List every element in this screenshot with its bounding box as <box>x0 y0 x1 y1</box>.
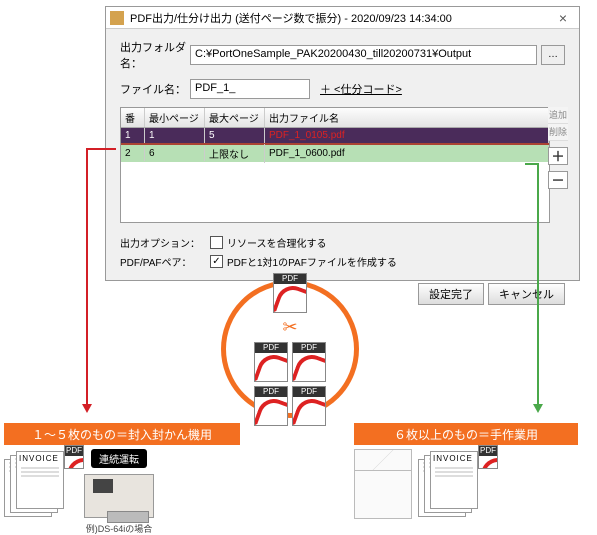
pdf-icon: PDF <box>478 445 498 469</box>
cell-file: PDF_1_0105.pdf <box>265 128 549 143</box>
app-icon <box>110 11 124 25</box>
rules-table: 番 最小ページ 最大ページ 出力ファイル名 1 1 5 PDF_1_0105.p… <box>120 107 550 223</box>
plus-button[interactable]: ＋ <box>548 147 568 165</box>
table-empty-area <box>121 162 549 222</box>
cell-min: 6 <box>145 146 205 161</box>
pdf-badge: PDF <box>65 446 83 456</box>
output-option-label: 出力オプション： <box>120 235 210 250</box>
pdf-badge: PDF <box>479 446 497 456</box>
cell-max: 5 <box>205 128 265 143</box>
dialog-footer: 設定完了 キャンセル <box>106 279 579 305</box>
cell-max: 上限なし <box>205 144 265 163</box>
envelope-icon <box>354 449 412 519</box>
scissors-icon: ✂ <box>240 317 340 338</box>
invoice-heading: INVOICE <box>431 452 477 465</box>
browse-button[interactable]: … <box>541 45 565 65</box>
pdf-icon: PDF <box>273 273 307 313</box>
options-area: 出力オプション： リソースを合理化する PDF/PAFペア： ✓ PDFと1対1… <box>120 235 565 269</box>
col-min: 最小ページ <box>145 108 205 127</box>
pdf-badge: PDF <box>293 343 325 353</box>
document-icon: INVOICE <box>430 451 478 509</box>
output-folder-label: 出力フォルダ名： <box>120 39 190 71</box>
dialog-title: PDF出力/仕分け出力 (送付ページ数で振分) - 2020/09/23 14:… <box>130 10 452 26</box>
pair-label: PDF/PAFペア： <box>120 254 210 269</box>
pdf-badge: PDF <box>255 387 287 397</box>
close-icon[interactable]: × <box>547 10 579 26</box>
col-max: 最大ページ <box>205 108 265 127</box>
filename-label: ファイル名： <box>120 81 190 97</box>
pdf-icon: PDF <box>254 342 288 382</box>
machine-caption: 例)DS-64iの場合 <box>86 522 153 535</box>
titlebar: PDF出力/仕分け出力 (送付ページ数で振分) - 2020/09/23 14:… <box>106 7 579 29</box>
output-folder-row: 出力フォルダ名： C:¥PortOneSample_PAK20200430_ti… <box>120 39 565 71</box>
filename-row: ファイル名： PDF_1_ ＋ <仕分コード> <box>120 79 565 99</box>
machine-col: 連続運転 例)DS-64iの場合 <box>84 449 154 535</box>
table-row[interactable]: 2 6 上限なし PDF_1_0600.pdf <box>121 145 549 162</box>
illustration-left: INVOICE PDF 連続運転 例)DS-64iの場合 <box>4 449 244 527</box>
cell-min: 1 <box>145 128 205 143</box>
output-folder-input[interactable]: C:¥PortOneSample_PAK20200430_till2020073… <box>190 45 537 65</box>
filename-input[interactable]: PDF_1_ <box>190 79 310 99</box>
arrow-red <box>86 148 88 410</box>
inserter-machine-icon <box>84 474 154 518</box>
cell-file: PDF_1_0600.pdf <box>265 146 549 161</box>
output-option-row: 出力オプション： リソースを合理化する <box>120 235 565 250</box>
invoice-heading: INVOICE <box>17 452 63 465</box>
table-header: 番 最小ページ 最大ページ 出力ファイル名 <box>121 108 549 128</box>
invoice-stack: INVOICE PDF <box>4 449 78 519</box>
table-row[interactable]: 1 1 5 PDF_1_0105.pdf <box>121 128 549 145</box>
col-num: 番 <box>121 108 145 127</box>
table-wrap: 番 最小ページ 最大ページ 出力ファイル名 1 1 5 PDF_1_0105.p… <box>120 107 565 223</box>
invoice-stack: INVOICE PDF <box>418 449 492 519</box>
cancel-button[interactable]: キャンセル <box>488 283 565 305</box>
pdf-paf-row: PDF/PAFペア： ✓ PDFと1対1のPAFファイルを作成する <box>120 254 565 269</box>
pdf-badge: PDF <box>274 274 306 284</box>
add-row-button[interactable]: 追加 <box>548 107 568 124</box>
col-file: 出力ファイル名 <box>265 108 549 127</box>
rationalize-text: リソースを合理化する <box>227 235 327 250</box>
dialog-body: 出力フォルダ名： C:¥PortOneSample_PAK20200430_ti… <box>106 29 579 279</box>
side-buttons: 追加 削除 ＋ － <box>548 107 568 189</box>
cell-num: 1 <box>121 128 145 143</box>
pair-text: PDFと1対1のPAFファイルを作成する <box>227 254 397 269</box>
label-left: １～５枚のもの＝封入封かん機用 <box>4 423 240 445</box>
cell-num: 2 <box>121 146 145 161</box>
pdf-icon: PDF <box>292 342 326 382</box>
continuous-badge: 連続運転 <box>91 449 147 468</box>
pdf-icon: PDF <box>292 386 326 426</box>
pdf-output-dialog: PDF出力/仕分け出力 (送付ページ数で振分) - 2020/09/23 14:… <box>105 6 580 281</box>
document-icon: INVOICE <box>16 451 64 509</box>
sort-code-link[interactable]: ＋ <仕分コード> <box>320 81 402 97</box>
pdf-badge: PDF <box>293 387 325 397</box>
rationalize-checkbox[interactable] <box>210 236 223 249</box>
pdf-icon: PDF <box>64 445 84 469</box>
minus-button[interactable]: － <box>548 171 568 189</box>
arrow-green <box>537 163 539 410</box>
label-right: ６枚以上のもの＝手作業用 <box>354 423 578 445</box>
delete-row-button[interactable]: 削除 <box>548 124 568 141</box>
pdf-icon: PDF <box>254 386 288 426</box>
pdf-split-circle: PDF ✂ PDF PDF PDF PDF <box>221 280 359 418</box>
pair-checkbox[interactable]: ✓ <box>210 255 223 268</box>
ok-button[interactable]: 設定完了 <box>418 283 484 305</box>
pdf-badge: PDF <box>255 343 287 353</box>
illustration-right: INVOICE PDF <box>354 449 594 527</box>
